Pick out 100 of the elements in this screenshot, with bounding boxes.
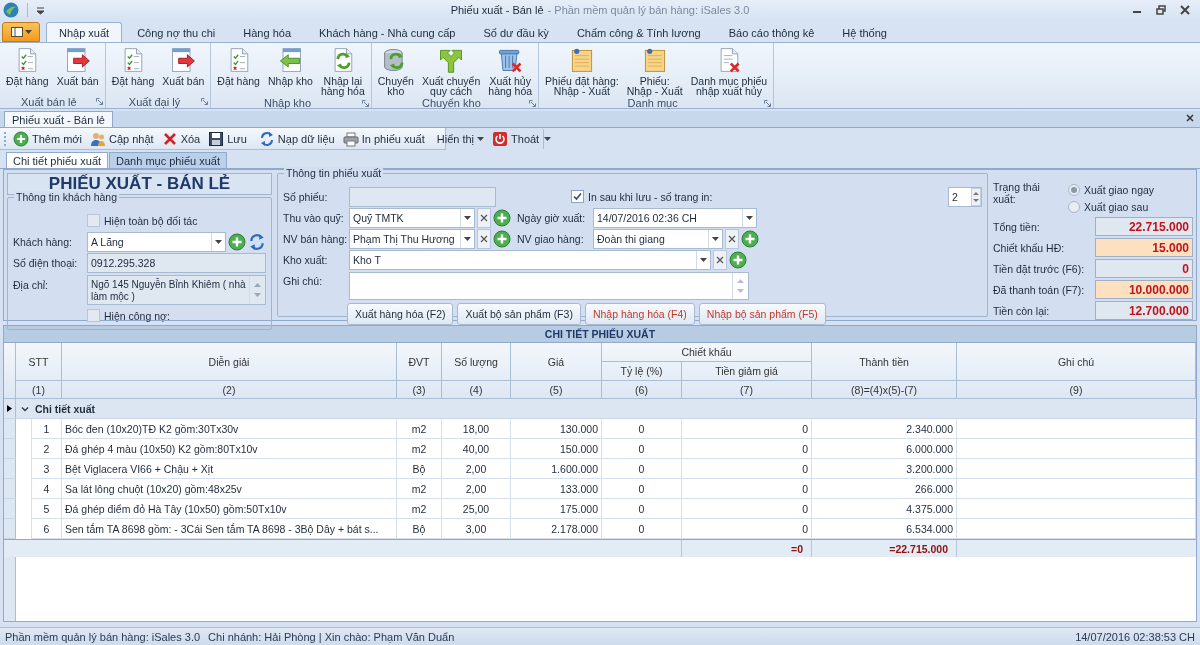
table-cell: 40,00	[442, 439, 511, 459]
caret-icon	[477, 136, 485, 141]
chevron-down-icon[interactable]	[21, 404, 29, 413]
toolbar-button[interactable]: Thoát	[488, 128, 544, 149]
ribbon-tab[interactable]: Báo cáo thông kê	[715, 22, 828, 42]
ribbon-button[interactable]: Đặt hàng	[213, 45, 264, 87]
column-total: =22.715.000	[812, 540, 957, 557]
ribbon-button[interactable]: Xuất bán	[158, 45, 209, 87]
clear-icon[interactable]	[477, 228, 491, 249]
window-title: Phiếu xuất - Bán lẻ	[450, 4, 544, 16]
action-button[interactable]: Nhập hàng hóa (F4)	[584, 303, 695, 325]
launcher-icon[interactable]	[201, 98, 209, 105]
dropdown-field[interactable]: 14/07/2016 02:36 CH	[593, 207, 757, 228]
field-label: Tổng tiền:	[993, 220, 1041, 233]
ribbon-button[interactable]: Nhập lại hàng hóa	[316, 45, 369, 97]
dropdown-field[interactable]: Phạm Thị Thu Hương	[349, 228, 475, 249]
close-icon[interactable]	[1180, 5, 1190, 15]
save-icon	[208, 130, 225, 147]
ribbon-tab[interactable]: Hàng hóa	[230, 22, 305, 42]
ribbon-button[interactable]: Xuất hủy hàng hóa	[484, 45, 537, 97]
caret-icon[interactable]	[746, 215, 753, 220]
row-header[interactable]	[4, 399, 16, 419]
table-cell: 0	[602, 439, 682, 459]
dropdown-field[interactable]: Đoàn thi giang	[593, 228, 723, 249]
launcher-icon[interactable]	[361, 99, 369, 107]
amount-field[interactable]: 10.000.000	[1095, 280, 1193, 299]
clear-icon[interactable]	[713, 249, 727, 270]
ribbon-button[interactable]: Đặt hàng	[107, 45, 159, 87]
ribbon-tab[interactable]: Công nợ thu chi	[124, 22, 229, 42]
panel-icon	[10, 27, 23, 37]
field-label: Thu vào quỹ:	[283, 211, 345, 224]
caret-icon[interactable]	[36, 5, 45, 15]
add-icon[interactable]	[741, 229, 759, 248]
document-tab[interactable]: Phiếu xuất - Bán lẻ	[4, 111, 113, 127]
group-label: Danh mục	[626, 97, 679, 109]
clear-icon[interactable]	[725, 228, 739, 249]
caret-icon[interactable]	[712, 236, 719, 241]
ribbon-button[interactable]: Chuyển kho	[373, 45, 418, 97]
radio-button[interactable]	[1068, 183, 1080, 196]
launcher-icon[interactable]	[764, 99, 772, 107]
document-arrow-icon	[169, 46, 198, 74]
toolbar-button[interactable]: Nạp dữ liệu	[254, 128, 339, 149]
ribbon-tab[interactable]: Hệ thống	[829, 22, 900, 42]
field-label: Tiền đặt trước (F6):	[993, 262, 1086, 275]
refresh-icon[interactable]	[248, 232, 266, 251]
dropdown-field[interactable]: A Lãng	[87, 231, 226, 252]
caret-icon[interactable]	[215, 239, 222, 244]
caret-icon[interactable]	[700, 257, 707, 262]
ribbon-button[interactable]: Xuất bán	[52, 45, 103, 87]
amount-field: 0	[1095, 259, 1193, 278]
caret-icon[interactable]	[464, 236, 471, 241]
toolbar-button[interactable]: Lưu	[204, 128, 251, 149]
action-button[interactable]: Nhập bộ sản phẩm (F5)	[698, 303, 826, 325]
column-header: Giá	[511, 343, 602, 381]
table-cell: 130.000	[511, 419, 602, 439]
dropdown-field[interactable]: Quỹ TMTK	[349, 207, 475, 228]
number-field[interactable]: 2	[948, 186, 982, 207]
ribbon-tab[interactable]: Khách hàng - Nhà cung cấp	[306, 22, 469, 42]
add-icon[interactable]	[493, 208, 511, 227]
table-cell: 3	[32, 459, 62, 479]
clear-icon[interactable]	[477, 207, 491, 228]
toolbar-button[interactable]: Thêm mới	[9, 128, 86, 149]
add-icon[interactable]	[493, 229, 511, 248]
ribbon-button[interactable]: Phiếu đặt hàng: Nhập - Xuất	[541, 45, 623, 97]
toolbar-button[interactable]: Cập nhật	[86, 128, 158, 149]
table-cell: 0	[602, 459, 682, 479]
action-button[interactable]: Xuất bộ sản phẩm (F3)	[457, 303, 581, 325]
toolbar-button[interactable]: Xóa	[157, 128, 205, 149]
restore-icon[interactable]	[1156, 5, 1166, 15]
tab[interactable]: Chi tiết phiếu xuất	[6, 152, 109, 168]
caret-icon[interactable]	[544, 136, 552, 141]
table-cell: 266.000	[812, 479, 957, 499]
ribbon-tab[interactable]: Chấm công & Tính lương	[563, 22, 714, 42]
launcher-icon[interactable]	[529, 99, 537, 107]
ribbon-button[interactable]: Đặt hàng	[2, 45, 53, 87]
tab[interactable]: Danh mục phiếu xuất	[109, 152, 227, 168]
ribbon-tab[interactable]: Nhập xuất	[46, 22, 123, 42]
dropdown-field[interactable]: Kho T	[349, 249, 711, 270]
checkbox[interactable]	[571, 190, 584, 203]
amount-field: 22.715.000	[1095, 217, 1193, 236]
ribbon-tab[interactable]: Số dư đầu kỳ	[470, 22, 562, 42]
table-cell: Đá ghép điểm đỏ Hà Tây (10x50) gồm:50Tx10v	[62, 499, 397, 519]
close-icon[interactable]	[1186, 114, 1194, 122]
add-icon[interactable]	[228, 232, 246, 251]
app-menu-button[interactable]	[2, 22, 40, 42]
launcher-icon[interactable]	[95, 98, 103, 105]
ribbon-button[interactable]: Danh mục phiếu nhập xuất hủy	[686, 45, 772, 97]
toolbar-button[interactable]: In phiếu xuất	[338, 128, 429, 149]
spin-buttons-icon[interactable]	[971, 187, 981, 206]
radio-button[interactable]	[1068, 200, 1080, 213]
table-cell: 1	[32, 419, 62, 439]
action-button[interactable]: Xuất hàng hóa (F2)	[347, 303, 454, 325]
add-icon[interactable]	[729, 250, 747, 269]
field-label: Số điện thoại:	[13, 256, 79, 269]
caret-icon[interactable]	[464, 215, 471, 220]
ribbon-button[interactable]: Nhập kho	[263, 45, 317, 87]
ribbon-button[interactable]: Xuất chuyển quy cách	[417, 45, 485, 97]
ribbon-button[interactable]: Phiếu: Nhập - Xuất	[622, 45, 687, 97]
amount-field[interactable]: 15.000	[1095, 238, 1193, 257]
toolbar-button[interactable]: Hiển thị	[432, 130, 489, 147]
